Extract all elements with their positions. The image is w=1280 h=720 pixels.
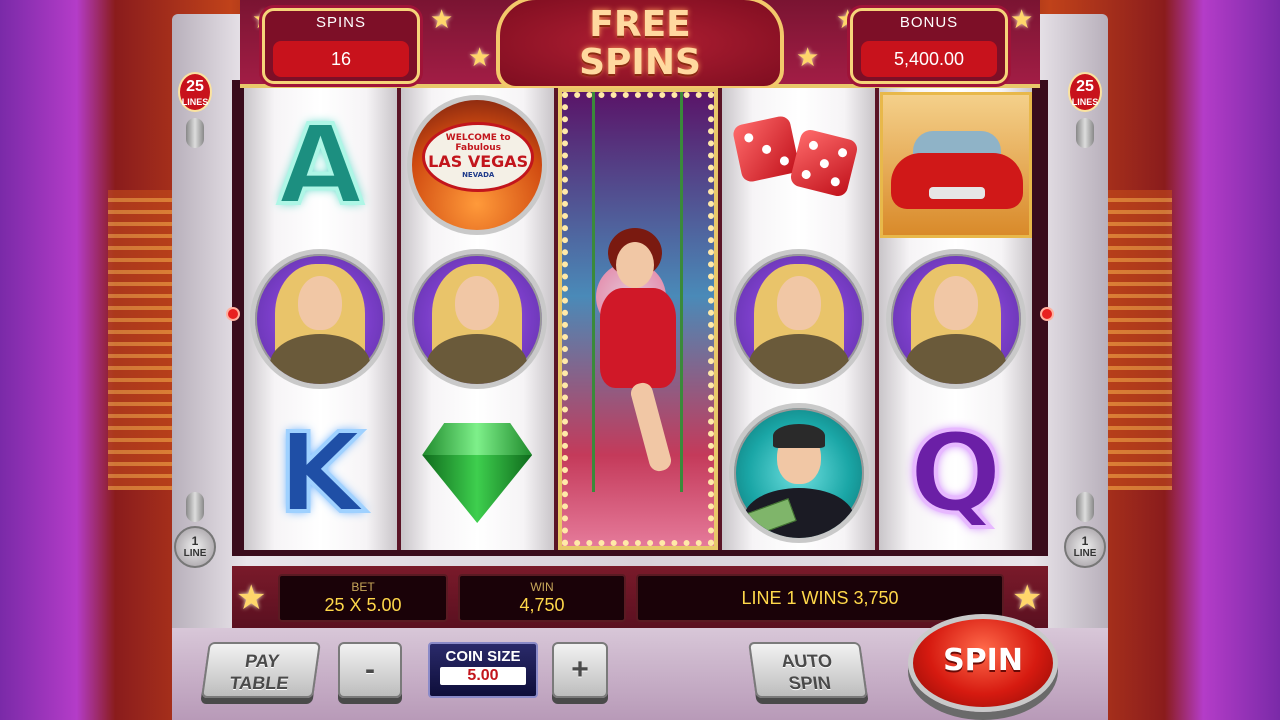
reel-cell bbox=[244, 242, 397, 396]
autospin-label-line2: SPIN bbox=[787, 673, 833, 693]
message-display: LINE 1 WINS 3,750 bbox=[636, 574, 1004, 622]
star-icon: ★ bbox=[236, 579, 267, 617]
lines-badge-left: 25 LINES bbox=[178, 72, 212, 112]
win-value: 4,750 bbox=[519, 595, 565, 615]
lever-left-bottom bbox=[186, 492, 204, 522]
spin-button[interactable]: SPIN bbox=[908, 614, 1058, 712]
reel-cell bbox=[879, 88, 1032, 242]
symbol-k: K bbox=[276, 409, 365, 537]
symbol-lady-icon bbox=[885, 249, 1026, 389]
bet-value: 25 X 5.00 bbox=[324, 595, 402, 615]
coin-size-display: COIN SIZE 5.00 bbox=[428, 642, 538, 698]
lines-count: 25 bbox=[186, 78, 204, 95]
bonus-label: BONUS bbox=[899, 14, 959, 31]
reel-1: A K bbox=[244, 88, 397, 550]
symbol-lady-icon bbox=[407, 249, 548, 389]
lever-left-top bbox=[186, 118, 204, 148]
reel-cell bbox=[401, 242, 554, 396]
lever-right-bottom bbox=[1076, 492, 1094, 522]
free-spins-banner: FREE SPINS bbox=[496, 0, 784, 90]
symbol-q: Q bbox=[907, 409, 1005, 537]
line-number: 1 bbox=[1081, 534, 1089, 548]
background-lights-right bbox=[1102, 190, 1172, 490]
win-display: WIN 4,750 bbox=[458, 574, 626, 622]
bonus-value: 5,400.00 bbox=[861, 41, 997, 77]
free-spins-title: FREE SPINS bbox=[579, 4, 701, 83]
paytable-label-line1: PAY bbox=[243, 651, 281, 671]
symbol-emerald-icon bbox=[422, 423, 533, 523]
reels-area: A K WELCOME to Fabulous LAS VEGAS NEVADA bbox=[244, 88, 1032, 550]
line-text: LINE bbox=[183, 548, 207, 559]
line-1-knob-right[interactable]: 1 LINE bbox=[1064, 526, 1106, 568]
symbol-lady-icon bbox=[250, 249, 391, 389]
symbol-a: A bbox=[276, 101, 365, 229]
reel-4 bbox=[722, 88, 876, 550]
symbol-red-car-icon bbox=[879, 92, 1032, 238]
symbol-dice-icon bbox=[729, 110, 869, 220]
bet-label: BET bbox=[351, 580, 375, 594]
reel-cell bbox=[722, 88, 875, 242]
reel-cell: WELCOME to Fabulous LAS VEGAS NEVADA bbox=[401, 88, 554, 242]
spins-label: SPINS bbox=[315, 14, 366, 31]
line-text: LINE bbox=[1073, 548, 1097, 559]
spins-counter: SPINS 16 bbox=[262, 8, 420, 84]
vegas-title-text: LAS VEGAS bbox=[428, 152, 529, 171]
symbol-showgirl-icon bbox=[586, 202, 686, 502]
bet-display: BET 25 X 5.00 bbox=[278, 574, 448, 622]
paytable-label-line2: TABLE bbox=[228, 673, 290, 693]
star-icon: ★ bbox=[468, 42, 492, 72]
line-number: 1 bbox=[191, 534, 199, 548]
lines-text: LINES bbox=[181, 97, 209, 107]
win-message: LINE 1 WINS 3,750 bbox=[741, 588, 899, 608]
coin-size-value: 5.00 bbox=[440, 667, 526, 685]
star-icon: ★ bbox=[796, 42, 820, 72]
star-icon: ★ bbox=[1012, 579, 1043, 617]
star-icon: ★ bbox=[1010, 4, 1034, 34]
reel-cell: K bbox=[244, 396, 397, 550]
coin-size-decrease-button[interactable]: - bbox=[338, 642, 402, 698]
reel-2: WELCOME to Fabulous LAS VEGAS NEVADA bbox=[400, 88, 554, 550]
coin-size-label: COIN SIZE bbox=[445, 648, 521, 665]
line-1-knob-left[interactable]: 1 LINE bbox=[174, 526, 216, 568]
reel-cell bbox=[879, 242, 1032, 396]
reel-cell: A bbox=[244, 88, 397, 242]
autospin-label-line1: AUTO bbox=[779, 651, 834, 671]
lines-badge-right: 25 LINES bbox=[1068, 72, 1102, 112]
symbol-lady-icon bbox=[728, 249, 869, 389]
star-icon: ★ bbox=[430, 4, 454, 34]
payline-marker-left bbox=[226, 307, 240, 321]
bonus-counter: BONUS 5,400.00 bbox=[850, 8, 1008, 84]
reel-cell: Q bbox=[879, 396, 1032, 550]
reel-cell bbox=[722, 396, 875, 550]
win-label: WIN bbox=[530, 580, 554, 594]
reel-3 bbox=[557, 88, 719, 550]
lever-right-top bbox=[1076, 118, 1094, 148]
symbol-las-vegas-sign-icon: WELCOME to Fabulous LAS VEGAS NEVADA bbox=[407, 95, 548, 235]
paytable-button[interactable]: PAY TABLE bbox=[201, 642, 321, 698]
autospin-button[interactable]: AUTO SPIN bbox=[748, 642, 868, 698]
vegas-nevada-text: NEVADA bbox=[462, 171, 495, 179]
background-lights-left bbox=[108, 190, 178, 490]
vegas-welcome-text: WELCOME to Fabulous bbox=[445, 133, 511, 153]
reel-cell bbox=[401, 396, 554, 550]
spin-label: SPIN bbox=[943, 643, 1023, 678]
payline-marker-right bbox=[1040, 307, 1054, 321]
lines-count: 25 bbox=[1076, 78, 1094, 95]
lines-text: LINES bbox=[1071, 97, 1099, 107]
reel-5: Q bbox=[879, 88, 1032, 550]
spins-value: 16 bbox=[273, 41, 409, 77]
coin-size-increase-button[interactable]: + bbox=[552, 642, 608, 698]
symbol-man-with-money-icon bbox=[728, 403, 869, 543]
reel-cell bbox=[722, 242, 875, 396]
